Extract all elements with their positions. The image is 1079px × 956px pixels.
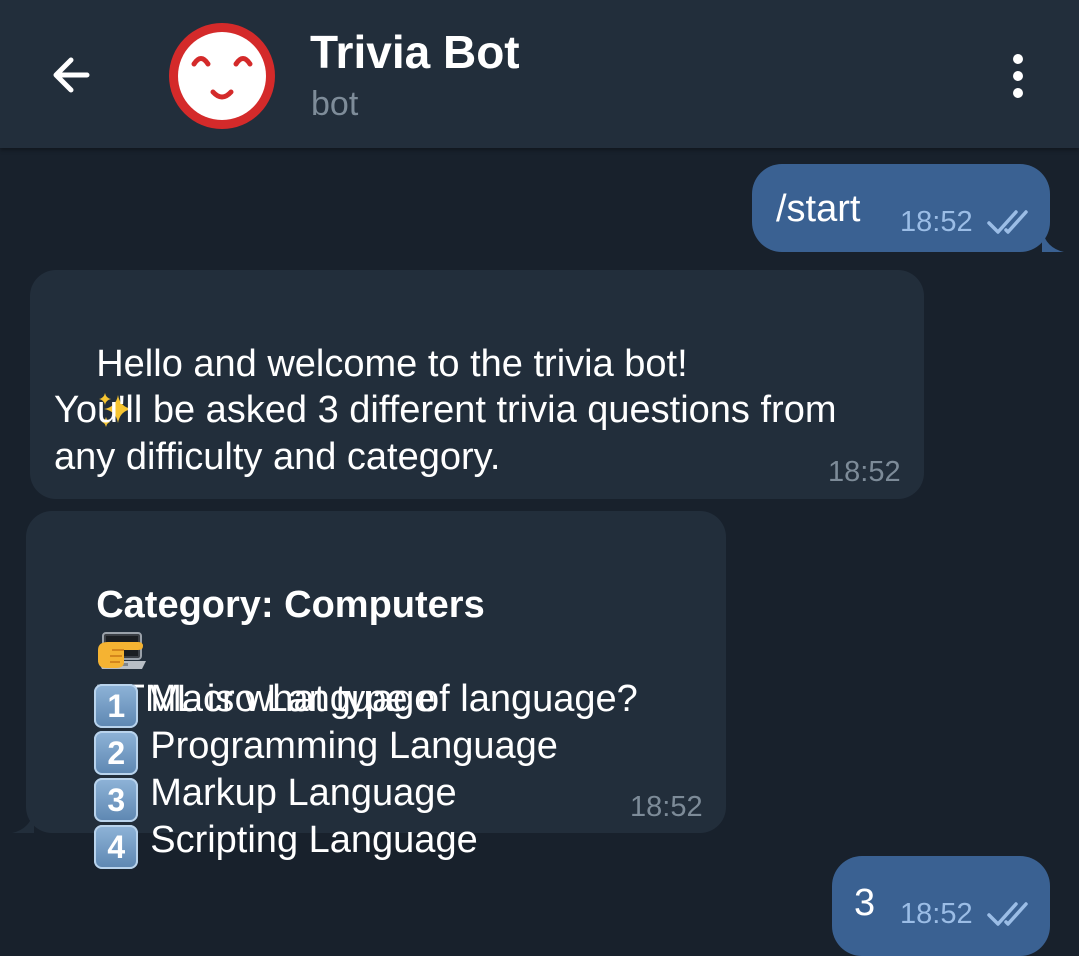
message-line: You'll be asked 3 different trivia quest…	[54, 389, 837, 431]
chat-subtitle: bot	[311, 85, 359, 123]
message-outgoing[interactable]: 3 18:52	[832, 856, 1050, 956]
message-text: /start	[776, 188, 861, 230]
message-time: 18:52	[630, 791, 703, 823]
keycap-4-icon: 4	[94, 825, 139, 869]
arrow-left-icon	[53, 57, 90, 93]
option-item: 4 Scripting Language	[52, 770, 478, 916]
message-line: any difficulty and category.	[54, 436, 501, 478]
more-vert-icon	[1013, 54, 1023, 64]
message-text: 3	[854, 882, 876, 924]
chat-title[interactable]: Trivia Bot	[310, 26, 520, 78]
bubble-tail	[1042, 230, 1064, 252]
message-incoming[interactable]: Category: Computers HTML is what type of…	[26, 511, 726, 869]
more-options-button[interactable]	[990, 44, 1046, 108]
message-incoming[interactable]: Hello and welcome to the trivia bot! You…	[30, 270, 924, 499]
double-check-icon	[987, 902, 1028, 926]
bubble-tail	[12, 811, 34, 833]
message-outgoing[interactable]: /start 18:52	[752, 164, 1050, 252]
smiling-face-icon	[169, 23, 275, 129]
back-button[interactable]	[36, 40, 106, 110]
message-time: 18:52	[900, 206, 973, 238]
avatar[interactable]	[166, 20, 278, 132]
message-time: 18:52	[900, 898, 973, 930]
message-time: 18:52	[828, 456, 901, 488]
chat-header: Trivia Bot bot	[0, 0, 1079, 148]
double-check-icon	[987, 210, 1028, 234]
